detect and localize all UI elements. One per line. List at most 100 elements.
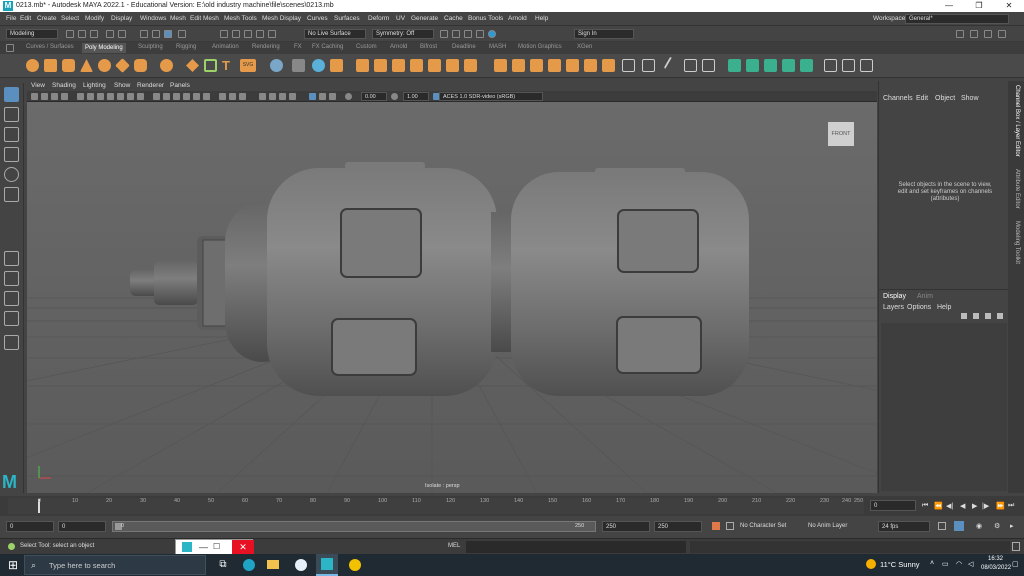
perspective-viewport[interactable]: FRONT Isolate : persp [27, 102, 877, 493]
menu-item-edit-mesh[interactable]: Edit Mesh [190, 15, 219, 22]
play-backwards-icon[interactable]: ◀ [960, 502, 965, 510]
field-chart-icon[interactable] [117, 93, 124, 100]
shelf-tab-curves-surfaces[interactable]: Curves / Surfaces [26, 44, 74, 50]
anti-aliasing-icon[interactable] [279, 93, 286, 100]
scene-start-field[interactable]: 0 [6, 521, 54, 532]
menu-item-mesh-display[interactable]: Mesh Display [262, 15, 301, 22]
boolean-intersect-icon[interactable] [410, 59, 423, 72]
clock-time[interactable]: 16:32 [988, 556, 1003, 562]
step-forward-key-icon[interactable]: ⏩ [996, 502, 1005, 510]
close-button[interactable]: ✕ [994, 0, 1024, 12]
extract-icon[interactable] [428, 59, 441, 72]
boolean-difference-icon[interactable] [392, 59, 405, 72]
render-settings-icon[interactable] [476, 30, 484, 38]
snap-curve-icon[interactable] [232, 30, 240, 38]
shelf-tab-sculpting[interactable]: Sculpting [138, 44, 163, 50]
poly-disc-icon[interactable] [134, 59, 147, 72]
paint-select-icon[interactable] [4, 127, 19, 142]
menu-item-cache[interactable]: Cache [444, 15, 463, 22]
ambient-occlusion-icon[interactable] [259, 93, 266, 100]
svg-tool-icon[interactable]: SVG [240, 59, 256, 72]
bookmark-icon[interactable] [51, 93, 58, 100]
workspace-dropdown[interactable]: General* [905, 14, 1009, 24]
reduce-icon[interactable] [330, 59, 343, 72]
layer-menu-help[interactable]: Help [937, 304, 951, 311]
step-back-frame-icon[interactable]: ◀| [946, 502, 953, 510]
shelf-tab-bifrost[interactable]: Bifrost [420, 44, 437, 50]
gate-mask-icon[interactable] [107, 93, 114, 100]
ipr-render-icon[interactable] [464, 30, 472, 38]
channel-menu-edit[interactable]: Edit [916, 95, 928, 102]
scale-tool-icon[interactable] [4, 187, 19, 202]
shadows-icon[interactable] [203, 93, 210, 100]
key-prefs-icon[interactable] [726, 522, 734, 530]
go-to-start-icon[interactable]: ⏮ [922, 502, 928, 510]
arnold-render-icon[interactable] [488, 30, 496, 38]
live-surface-field[interactable]: No Live Surface [304, 29, 366, 39]
combine-icon[interactable] [270, 59, 283, 72]
textured-icon[interactable] [183, 93, 190, 100]
search-icon[interactable] [4, 335, 19, 350]
anim-prefs-icon[interactable] [954, 521, 964, 531]
snap-grid-icon[interactable] [220, 30, 228, 38]
script-language-label[interactable]: MEL [448, 543, 460, 549]
shelf-tab-rigging[interactable]: Rigging [176, 44, 196, 50]
select-tool-icon[interactable] [4, 87, 19, 102]
script-editor-icon[interactable] [1012, 542, 1020, 551]
view-transform-dropdown[interactable]: ACES 1.0 SDR-video (sRGB) [439, 92, 543, 101]
wireframe-icon[interactable] [153, 93, 160, 100]
menu-item-help[interactable]: Help [535, 15, 548, 22]
maya-taskbar-icon[interactable] [316, 554, 338, 576]
use-all-lights-icon[interactable] [193, 93, 200, 100]
shelf-tab-xgen[interactable]: XGen [577, 44, 592, 50]
poly-plane-icon[interactable] [115, 58, 130, 73]
move-tool-icon[interactable] [4, 147, 19, 162]
panel-menu-show[interactable]: Show [114, 82, 130, 89]
panel-menu-renderer[interactable]: Renderer [137, 82, 164, 89]
range-bar[interactable]: 0 250 [112, 521, 596, 532]
open-scene-icon[interactable] [78, 30, 86, 38]
spherical-uv-icon[interactable] [764, 59, 777, 72]
select-camera-icon[interactable] [31, 93, 38, 100]
side-tab-modeling-toolkit[interactable]: Modeling Toolkit [1014, 221, 1020, 264]
fps-dropdown[interactable]: 24 fps [878, 521, 930, 532]
automatic-uv-icon[interactable] [782, 59, 795, 72]
tool-settings-icon[interactable] [984, 30, 992, 38]
shelf-tab-fx[interactable]: FX [294, 44, 302, 50]
character-set-dropdown[interactable]: No Character Set [740, 523, 786, 529]
four-view-icon[interactable] [4, 271, 19, 286]
select-component-icon[interactable] [164, 30, 172, 38]
platonic-solid-icon[interactable] [160, 59, 173, 72]
lasso-tool-icon[interactable] [4, 107, 19, 122]
panel-menu-panels[interactable]: Panels [170, 82, 190, 89]
panel-menu-shading[interactable]: Shading [52, 82, 76, 89]
step-back-key-icon[interactable]: ⏪ [934, 502, 943, 510]
playback-settings-icon[interactable]: ▸ [1010, 522, 1014, 530]
panel-menu-lighting[interactable]: Lighting [83, 82, 106, 89]
channel-menu-channels[interactable]: Channels [883, 95, 913, 102]
poly-torus-icon[interactable] [98, 59, 111, 72]
auto-key-icon[interactable] [712, 522, 720, 530]
menu-item-arnold[interactable]: Arnold [508, 15, 527, 22]
new-scene-icon[interactable] [66, 30, 74, 38]
xray-components-icon[interactable] [239, 93, 246, 100]
new-layer-selected-icon[interactable] [997, 313, 1003, 319]
clock-date[interactable]: 08/03/2022 [981, 565, 1011, 571]
image-plane-icon[interactable] [61, 93, 68, 100]
save-scene-icon[interactable] [90, 30, 98, 38]
select-mask-icon[interactable] [178, 30, 186, 38]
side-tab-attribute-editor[interactable]: Attribute Editor [1014, 169, 1020, 209]
symmetry-dropdown[interactable]: Symmetry: Off [372, 29, 434, 39]
poly-sphere-icon[interactable] [26, 59, 39, 72]
quadrangulate-icon[interactable] [642, 59, 655, 72]
sweep-mesh-icon[interactable] [204, 59, 217, 72]
shelf-tab-custom[interactable]: Custom [356, 44, 377, 50]
poke-icon[interactable] [566, 59, 579, 72]
command-input[interactable] [466, 541, 686, 553]
smooth-shade-icon[interactable] [163, 93, 170, 100]
go-to-end-icon[interactable]: ⏭ [1008, 502, 1014, 510]
shelf-tab-rendering[interactable]: Rendering [252, 44, 280, 50]
uv-editor-icon[interactable] [824, 59, 837, 72]
single-perspective-view-icon[interactable] [4, 251, 19, 266]
snap-live-icon[interactable] [268, 30, 276, 38]
